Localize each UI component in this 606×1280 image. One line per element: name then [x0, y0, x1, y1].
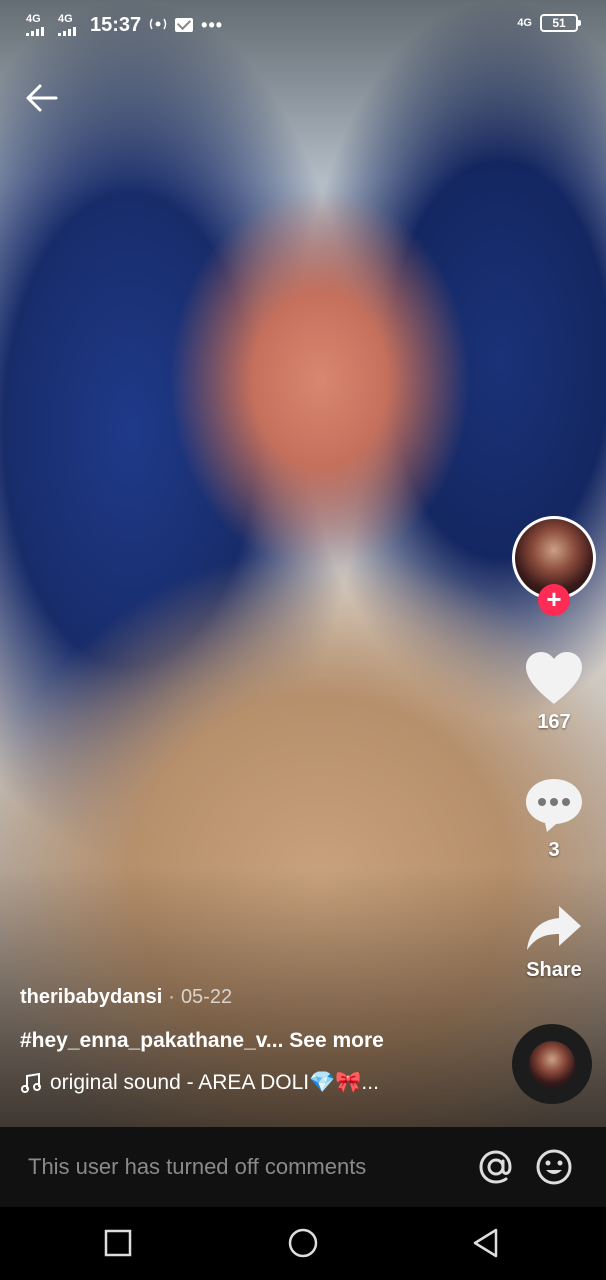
author-name[interactable]: theribabydansi: [20, 986, 162, 1009]
home-circle-icon[interactable]: [287, 1227, 319, 1259]
hashtag-caption[interactable]: #hey_enna_pakathane_v...: [20, 1029, 283, 1052]
network-type: 4G: [26, 13, 41, 25]
status-bar: 4G 4G 15:37 ••• 4G 51: [0, 0, 606, 56]
share-arrow-icon: [527, 906, 581, 950]
follow-button[interactable]: +: [538, 584, 570, 616]
sound-disc[interactable]: [512, 1024, 592, 1104]
comment-button[interactable]: 3: [512, 776, 596, 862]
share-label: Share: [526, 959, 582, 981]
post-date: 05-22: [180, 986, 233, 1008]
network-4g-icon: 4G: [517, 17, 532, 29]
comments-disabled-text: This user has turned off comments: [28, 1154, 367, 1179]
hotspot-icon: [149, 17, 167, 34]
comment-icon: [526, 779, 582, 832]
video-caption: theribabydansi · 05-22 #hey_enna_pakatha…: [20, 986, 500, 1095]
music-note-icon: [21, 1072, 41, 1093]
comment-count: 3: [548, 839, 560, 861]
emoji-icon[interactable]: [534, 1147, 574, 1187]
heart-icon: [526, 652, 582, 704]
clock: 15:37: [90, 13, 142, 36]
like-button[interactable]: 167: [512, 650, 596, 734]
creator-avatar-group[interactable]: +: [512, 516, 596, 616]
battery-level: 51: [552, 16, 566, 30]
like-count: 167: [537, 711, 571, 733]
sound-disc-cover: [529, 1041, 575, 1087]
recents-square-icon[interactable]: [102, 1227, 134, 1259]
network-type: 4G: [58, 13, 73, 25]
see-more-link[interactable]: See more: [289, 1029, 384, 1052]
share-button[interactable]: Share: [512, 902, 596, 982]
mention-icon[interactable]: [476, 1147, 516, 1187]
system-nav-bar: [0, 1207, 606, 1280]
comment-bar: This user has turned off comments: [0, 1127, 606, 1207]
more-notifications-icon: •••: [201, 14, 224, 35]
signal-icon: 4G: [56, 12, 80, 38]
date-separator: ·: [168, 986, 175, 1008]
mail-icon: [175, 18, 194, 32]
sound-name: original sound - AREA DOLI💎🎀...: [50, 1071, 379, 1094]
signal-icon: 4G: [24, 12, 48, 38]
back-triangle-icon[interactable]: [470, 1227, 502, 1259]
sound-link[interactable]: original sound - AREA DOLI💎🎀...: [20, 1071, 500, 1095]
battery-icon: 51: [540, 14, 581, 32]
back-arrow-icon[interactable]: [24, 80, 60, 116]
